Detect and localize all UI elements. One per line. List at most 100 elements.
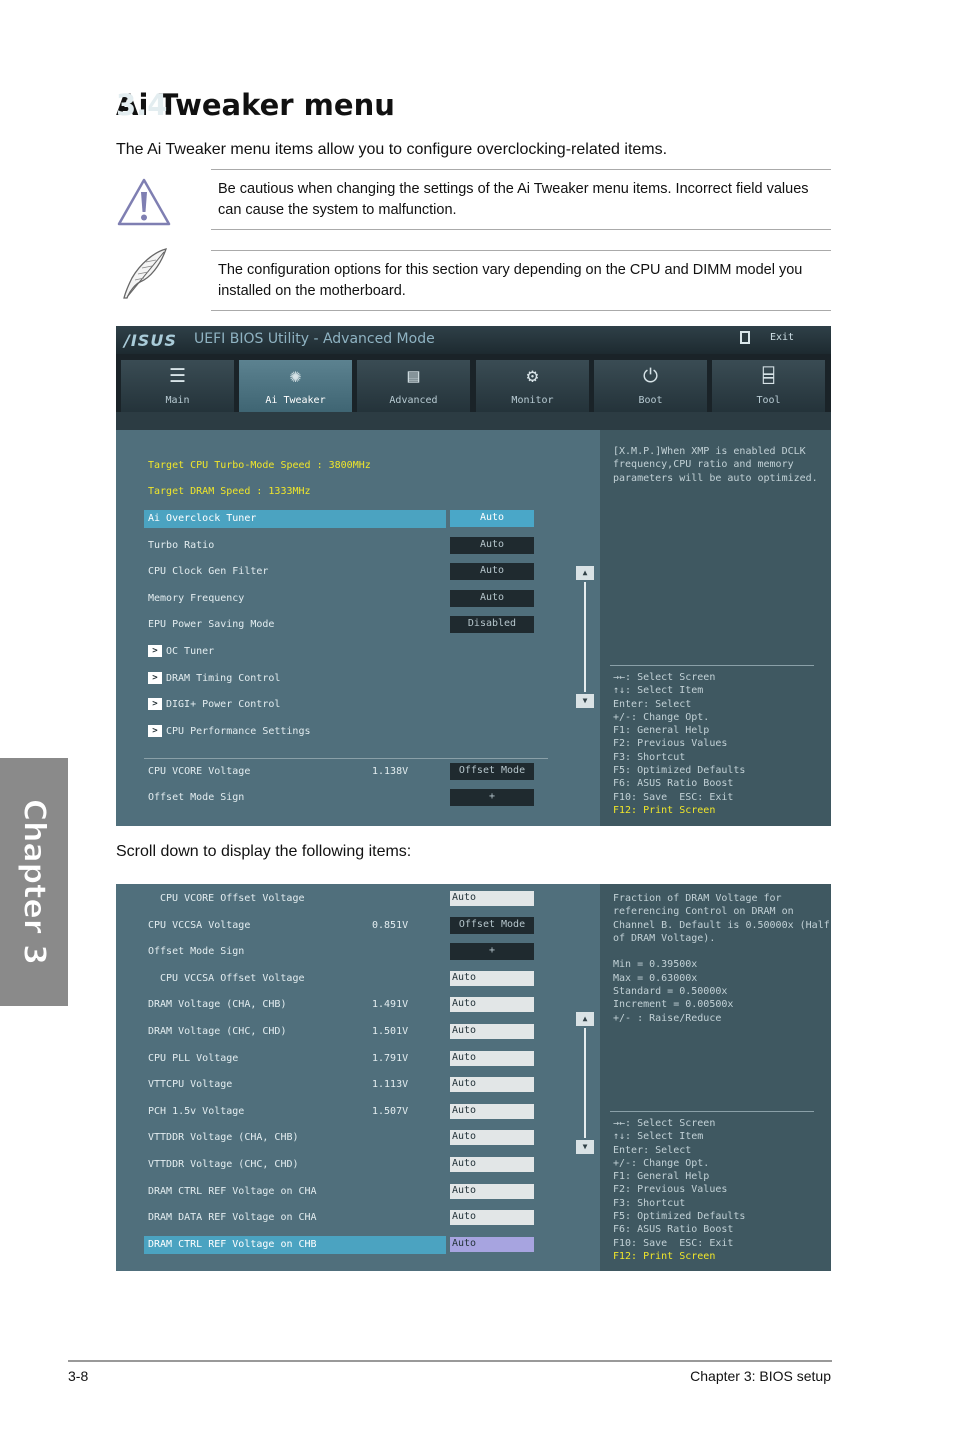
bios-screenshot-main: /ISUS UEFI BIOS Utility - Advanced Mode … xyxy=(116,326,831,826)
voltage-value-field[interactable]: Auto xyxy=(450,1050,534,1066)
chapter-side-tab: Chapter 3 xyxy=(0,758,68,1006)
voltage-value-field[interactable]: Auto xyxy=(450,1077,534,1093)
tab-main[interactable]: ☰ Main xyxy=(121,360,234,412)
voltage-value-field[interactable]: Offset Mode xyxy=(450,916,534,934)
scroll-down-icon[interactable]: ▼ xyxy=(576,1140,594,1154)
voltage-value-field[interactable]: Auto xyxy=(450,1236,534,1252)
tab-label: Ai Tweaker xyxy=(265,395,326,406)
row-label: OC Tuner xyxy=(166,646,215,657)
value-turbo-ratio[interactable]: Auto xyxy=(450,537,534,554)
tweaker-icon: ✺ xyxy=(289,365,302,387)
value-cpu-vcore[interactable]: Offset Mode xyxy=(450,763,534,780)
value-offset-mode-sign[interactable]: + xyxy=(450,789,534,806)
row-label: CPU Clock Gen Filter xyxy=(148,566,269,577)
key-line: →←: Select Screen xyxy=(613,1118,716,1129)
help-divider xyxy=(610,665,814,666)
item-ai-overclock-tuner[interactable]: Ai Overclock Tuner xyxy=(144,510,446,528)
voltage-value-field[interactable]: Auto xyxy=(450,1157,534,1172)
key-line: Enter: Select xyxy=(613,1144,692,1156)
scroll-up-icon[interactable]: ▲ xyxy=(576,1012,594,1026)
voltage-value-field[interactable]: Auto xyxy=(450,1130,534,1146)
key-line: F2: Previous Values xyxy=(613,1184,728,1196)
key-line: F1: General Help xyxy=(613,1171,710,1183)
voltage-value-field[interactable]: Auto xyxy=(450,1103,534,1119)
row-label: DRAM DATA REF Voltage on CHA xyxy=(148,1212,317,1224)
exit-label: Exit xyxy=(770,332,795,343)
reading-cpu-vcore: 1.138V xyxy=(372,766,409,777)
tab-advanced[interactable]: ▤ Advanced xyxy=(357,360,470,412)
voltage-value-field[interactable]: Auto xyxy=(450,970,534,986)
chapter-tab-label: Chapter 3 xyxy=(16,799,52,966)
voltage-value-field[interactable]: Auto xyxy=(450,997,534,1013)
voltage-reading: 1.507V xyxy=(372,1105,409,1117)
intro-text: The Ai Tweaker menu items allow you to c… xyxy=(116,141,668,158)
row-label: DRAM Timing Control xyxy=(166,673,281,684)
key-line: F6: ASUS Ratio Boost xyxy=(613,1224,734,1236)
exit-icon xyxy=(740,331,750,344)
bios-subheader xyxy=(116,412,831,430)
tab-ai-tweaker[interactable]: ✺ Ai Tweaker xyxy=(239,360,352,412)
row-label: Memory Frequency xyxy=(148,593,245,604)
scrollbar-track[interactable] xyxy=(584,1028,586,1138)
exit-button[interactable]: Exit xyxy=(740,331,820,348)
value-ai-overclock-tuner[interactable]: Auto xyxy=(450,510,534,527)
scroll-down-icon[interactable]: ▼ xyxy=(576,694,594,708)
key-line: F10: Save ESC: Exit xyxy=(613,791,734,803)
voltage-reading: 1.113V xyxy=(372,1079,409,1091)
row-label: DRAM CTRL REF Voltage on CHB xyxy=(148,1238,317,1250)
help-divider xyxy=(610,1111,814,1112)
info-note: The configuration options for this secti… xyxy=(211,250,831,311)
key-legend: →←: Select Screen ↑↓: Select Item Enter:… xyxy=(613,1117,745,1263)
scroll-up-icon[interactable]: ▲ xyxy=(576,566,594,580)
key-line: F5: Optimized Defaults xyxy=(613,765,746,777)
value-memory-frequency[interactable]: Auto xyxy=(450,590,534,607)
divider xyxy=(144,758,548,759)
voltage-value-field[interactable]: Auto xyxy=(450,1183,534,1199)
row-label: DIGI+ Power Control xyxy=(166,699,281,710)
row-label: DRAM Voltage (CHA, CHB) xyxy=(148,999,287,1011)
tab-label: Boot xyxy=(638,395,663,406)
tab-label: Advanced xyxy=(389,395,438,406)
value-epu-power-saving[interactable]: Disabled xyxy=(450,616,534,633)
row-label: Offset Mode Sign xyxy=(148,946,245,958)
scrollbar-track[interactable] xyxy=(584,582,586,692)
key-line: F10: Save ESC: Exit xyxy=(613,1237,734,1249)
tab-boot[interactable]: ⏻ Boot xyxy=(594,360,707,412)
row-label: Ai Overclock Tuner xyxy=(148,513,257,524)
voltage-reading: 1.491V xyxy=(372,999,409,1011)
page-number: 3-8 xyxy=(68,1368,89,1384)
row-label: CPU VCORE Offset Voltage xyxy=(160,893,305,904)
key-line: F3: Shortcut xyxy=(613,751,686,763)
section-number: 3.4 xyxy=(116,88,168,122)
tab-monitor[interactable]: ⚙ Monitor xyxy=(476,360,589,412)
bios-screenshot-scrolled: CPU VCORE Offset Voltage Auto CPU VCCSA Vo… xyxy=(116,884,831,1271)
row-label: CPU VCORE Voltage xyxy=(148,766,251,777)
bios-tab-bar: ☰ Main ✺ Ai Tweaker ▤ Advanced ⚙ Monitor ⏻ Bo… xyxy=(116,354,831,412)
voltage-value-field[interactable]: Auto xyxy=(450,1024,534,1039)
row-label: PCH 1.5v Voltage xyxy=(148,1105,245,1117)
help-text: Fraction of DRAM Voltage for referencing… xyxy=(613,893,830,1024)
voltage-value-field[interactable]: Auto xyxy=(450,1210,534,1226)
advanced-icon: ▤ xyxy=(407,365,420,387)
row-label: CPU PLL Voltage xyxy=(148,1052,239,1064)
key-line: Enter: Select xyxy=(613,698,692,710)
voltage-reading: 1.791V xyxy=(372,1052,409,1064)
row-label: CPU VCCSA Voltage xyxy=(148,919,251,931)
scroll-instruction: Scroll down to display the following ite… xyxy=(116,843,412,860)
submenu-arrow-icon: > xyxy=(148,645,162,657)
submenu-arrow-icon: > xyxy=(148,725,162,737)
voltage-reading: 1.501V xyxy=(372,1026,409,1037)
key-line: F5: Optimized Defaults xyxy=(613,1211,746,1223)
submenu-arrow-icon: > xyxy=(148,698,162,710)
row-label: Turbo Ratio xyxy=(148,540,215,551)
voltage-value-field[interactable]: + xyxy=(450,943,534,961)
voltage-value-field[interactable]: Auto xyxy=(450,891,534,906)
key-line: →←: Select Screen xyxy=(613,672,716,683)
key-line-print-screen: F12: Print Screen xyxy=(613,1250,716,1262)
key-legend: →←: Select Screen ↑↓: Select Item Enter:… xyxy=(613,671,745,817)
tab-label: Main xyxy=(165,395,190,406)
tab-tool[interactable]: ⌸ Tool xyxy=(712,360,825,412)
row-label: VTTDDR Voltage (CHC, CHD) xyxy=(148,1159,299,1170)
voltage-item-row[interactable]: DRAM CTRL REF Voltage on CHB xyxy=(144,1235,446,1254)
value-cpu-clock-gen-filter[interactable]: Auto xyxy=(450,563,534,580)
